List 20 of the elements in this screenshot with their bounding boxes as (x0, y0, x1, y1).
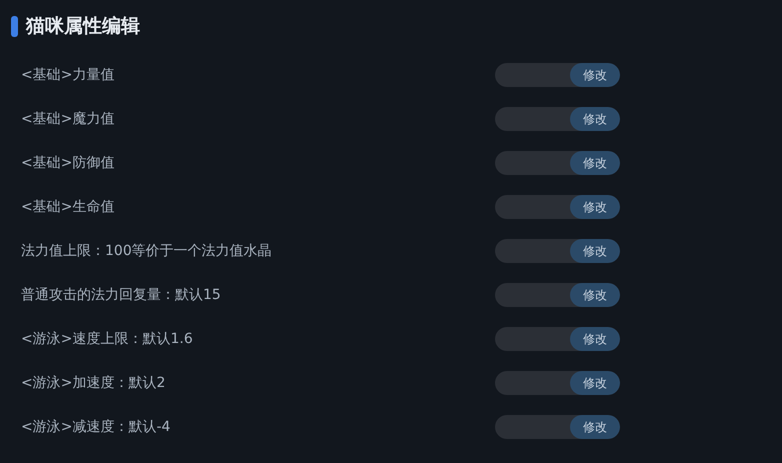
field-label: 法力值上限：100等价于一个法力值水晶 (21, 242, 273, 260)
modify-button[interactable]: 修改 (570, 415, 620, 439)
field-label: <游泳>加速度：默认2 (21, 374, 166, 392)
field-label: <基础>魔力值 (21, 110, 116, 128)
field-label: <基础>力量值 (21, 66, 116, 84)
modify-button[interactable]: 修改 (570, 107, 620, 131)
modify-button[interactable]: 修改 (570, 283, 620, 307)
accent-bar (11, 16, 18, 36)
modify-button[interactable]: 修改 (570, 195, 620, 219)
field-label: 普通攻击的法力回复量：默认15 (21, 286, 222, 304)
modify-button[interactable]: 修改 (570, 327, 620, 351)
field-label: <游泳>速度上限：默认1.6 (21, 330, 194, 348)
modify-button[interactable]: 修改 (570, 371, 620, 395)
field-label: <基础>生命值 (21, 198, 116, 216)
modify-button[interactable]: 修改 (570, 239, 620, 263)
field-label: <基础>防御值 (21, 154, 116, 172)
field-label: <游泳>减速度：默认-4 (21, 418, 172, 436)
page-title: 猫咪属性编辑 (26, 14, 140, 39)
modify-button[interactable]: 修改 (570, 63, 620, 87)
modify-button[interactable]: 修改 (570, 151, 620, 175)
